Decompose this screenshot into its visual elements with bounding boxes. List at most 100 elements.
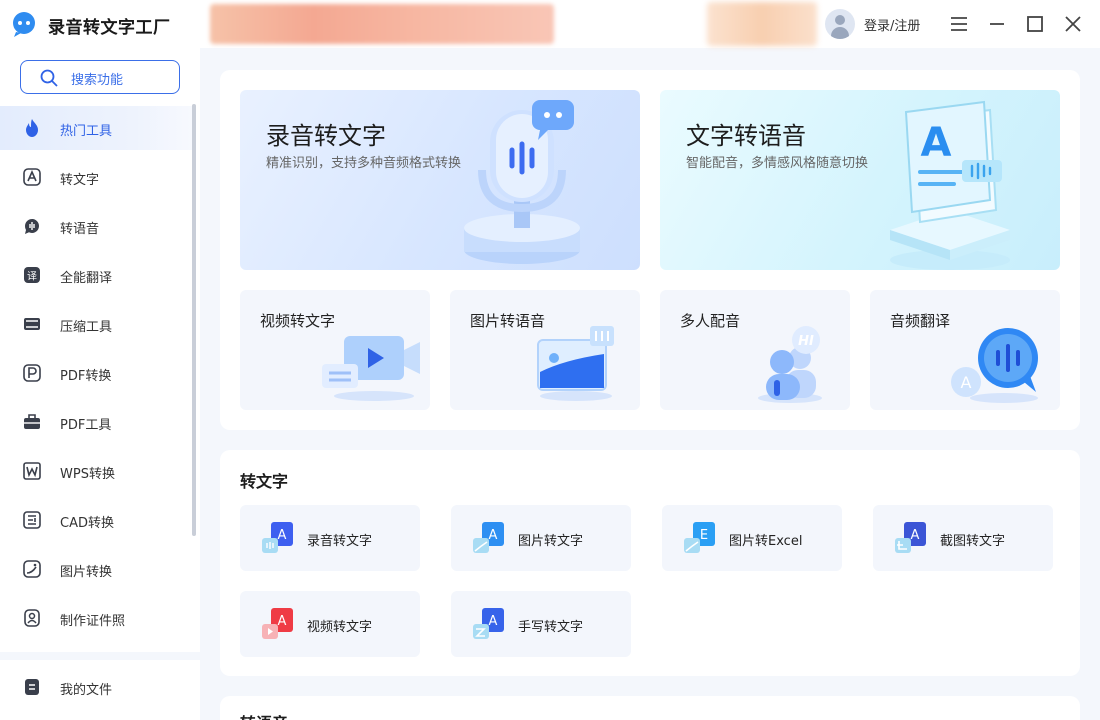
id-photo-icon bbox=[24, 609, 40, 627]
sidebar-item-my-files[interactable]: 我的文件 bbox=[0, 665, 192, 709]
promo-banner[interactable] bbox=[210, 4, 554, 44]
tool-label: 图片转Excel bbox=[729, 534, 803, 549]
svg-text:A: A bbox=[278, 614, 287, 629]
search-button[interactable]: 搜索功能 bbox=[20, 60, 180, 94]
tool-card-audio-translate[interactable]: 音频翻译 A bbox=[870, 290, 1060, 410]
app-title: 录音转文字工厂 bbox=[48, 18, 171, 38]
tool-label: 截图转文字 bbox=[940, 534, 1006, 549]
user-avatar-icon[interactable] bbox=[825, 9, 855, 39]
svg-text:A: A bbox=[921, 120, 952, 166]
card-subtitle: 智能配音，多情感风格随意切换 bbox=[686, 156, 869, 171]
sidebar-item-label: 全能翻译 bbox=[60, 271, 113, 286]
tool-audio-to-text-button[interactable]: A 录音转文字 bbox=[240, 505, 420, 571]
svg-text:HI: HI bbox=[798, 334, 814, 349]
card-title: 音频翻译 bbox=[890, 312, 951, 330]
card-title: 多人配音 bbox=[680, 312, 741, 330]
svg-text:A: A bbox=[489, 614, 498, 629]
tool-label: 录音转文字 bbox=[307, 534, 373, 549]
handwriting-to-text-icon: A bbox=[473, 608, 504, 639]
featured-card-text-to-speech[interactable]: 文字转语音 智能配音，多情感风格随意切换 A bbox=[660, 90, 1060, 270]
tool-card-image-to-speech[interactable]: 图片转语音 bbox=[450, 290, 640, 410]
sidebar-item-label: 我的文件 bbox=[60, 683, 113, 698]
tool-label: 图片转文字 bbox=[518, 534, 584, 549]
tool-handwriting-to-text-button[interactable]: A 手写转文字 bbox=[451, 591, 631, 657]
sidebar-item-label: 图片转换 bbox=[60, 565, 113, 580]
flame-icon bbox=[26, 119, 38, 137]
title-bar: 录音转文字工厂 登录/注册 bbox=[0, 0, 1100, 48]
sidebar-item-label: 转语音 bbox=[60, 222, 100, 237]
tool-video-to-text-button[interactable]: A 视频转文字 bbox=[240, 591, 420, 657]
text-convert-icon bbox=[23, 168, 41, 186]
sidebar-item-to-voice[interactable]: 转语音 bbox=[0, 204, 192, 248]
section-title: 转文字 bbox=[240, 472, 289, 491]
sidebar-item-label: 压缩工具 bbox=[60, 320, 113, 335]
section-title: 转语音 bbox=[240, 710, 288, 720]
search-label: 搜索功能 bbox=[71, 73, 124, 88]
sidebar-item-label: PDF工具 bbox=[60, 418, 112, 433]
tool-card-multi-voice[interactable]: 多人配音 HI bbox=[660, 290, 850, 410]
card-subtitle: 精准识别，支持多种音频格式转换 bbox=[266, 156, 462, 171]
tool-label: 视频转文字 bbox=[307, 620, 373, 635]
image-to-text-icon: A bbox=[473, 522, 504, 553]
maximize-icon[interactable] bbox=[1023, 12, 1047, 36]
sidebar-item-pdf-tools[interactable]: PDF工具 bbox=[0, 400, 192, 444]
app-logo-icon bbox=[13, 12, 35, 37]
image-convert-icon bbox=[23, 560, 41, 578]
sidebar-item-pdf-convert[interactable]: PDF转换 bbox=[0, 351, 192, 395]
sidebar-item-label: PDF转换 bbox=[60, 369, 112, 384]
svg-text:E: E bbox=[700, 528, 708, 543]
sidebar-scrollbar[interactable] bbox=[192, 104, 196, 536]
featured-panel: 录音转文字 精准识别，支持多种音频格式转换 文字转语音 智能配音，多情感风格随意… bbox=[220, 70, 1080, 430]
video-to-text-icon: A bbox=[262, 608, 293, 639]
pdf-convert-icon bbox=[23, 364, 41, 382]
people-dubbing-icon: HI bbox=[758, 326, 822, 403]
svg-text:译: 译 bbox=[27, 271, 37, 283]
tool-screenshot-to-text-button[interactable]: A 截图转文字 bbox=[873, 505, 1053, 571]
sidebar-item-image-convert[interactable]: 图片转换 bbox=[0, 547, 192, 591]
sidebar-item-to-text[interactable]: 转文字 bbox=[0, 155, 192, 199]
translate-icon: 译 bbox=[24, 267, 40, 283]
screenshot-to-text-icon: A bbox=[895, 522, 926, 553]
image-speech-icon bbox=[537, 326, 614, 401]
sidebar-item-label: CAD转换 bbox=[60, 516, 114, 531]
svg-text:A: A bbox=[961, 373, 972, 392]
sidebar-item-cad-convert[interactable]: CAD转换 bbox=[0, 498, 192, 542]
audio-translate-icon: A bbox=[951, 328, 1038, 403]
main-content: 录音转文字 精准识别，支持多种音频格式转换 文字转语音 智能配音，多情感风格随意… bbox=[200, 48, 1100, 720]
tool-card-video-to-text[interactable]: 视频转文字 bbox=[240, 290, 430, 410]
video-camera-icon bbox=[322, 336, 420, 401]
menu-icon[interactable] bbox=[947, 12, 971, 36]
promo-badge[interactable] bbox=[707, 2, 817, 46]
svg-text:A: A bbox=[489, 528, 498, 543]
search-icon bbox=[40, 69, 58, 87]
login-register-link[interactable]: 登录/注册 bbox=[864, 15, 920, 34]
minimize-icon[interactable] bbox=[985, 12, 1009, 36]
audio-to-text-icon: A bbox=[262, 522, 293, 553]
sidebar-item-label: 热门工具 bbox=[60, 124, 113, 139]
card-title: 文字转语音 bbox=[686, 122, 806, 150]
wps-icon bbox=[23, 462, 41, 480]
compress-icon bbox=[24, 318, 40, 330]
sidebar: 搜索功能 热门工具 转文字 转语音 译 全能翻译 压缩工具 PDF转换 PDF工… bbox=[0, 48, 200, 720]
featured-card-audio-to-text[interactable]: 录音转文字 精准识别，支持多种音频格式转换 bbox=[240, 90, 640, 270]
sidebar-item-label: 转文字 bbox=[60, 173, 100, 188]
microphone-illustration-icon bbox=[464, 100, 580, 264]
close-icon[interactable] bbox=[1061, 12, 1085, 36]
image-to-excel-icon: E bbox=[684, 522, 715, 553]
cad-icon bbox=[23, 511, 41, 529]
toolbox-icon bbox=[24, 414, 40, 429]
sidebar-item-translate[interactable]: 译 全能翻译 bbox=[0, 253, 192, 297]
tool-label: 手写转文字 bbox=[518, 620, 584, 635]
tool-image-to-excel-button[interactable]: E 图片转Excel bbox=[662, 505, 842, 571]
sidebar-item-hot-tools[interactable]: 热门工具 bbox=[0, 106, 192, 150]
voice-icon bbox=[24, 218, 39, 234]
section-to-text: 转文字 A 录音转文字 A 图片转文字 E 图片转Excel A 截图转文字 A… bbox=[220, 450, 1080, 676]
tool-image-to-text-button[interactable]: A 图片转文字 bbox=[451, 505, 631, 571]
document-speech-illustration-icon: A bbox=[890, 100, 1010, 270]
sidebar-item-label: 制作证件照 bbox=[60, 614, 126, 629]
svg-text:A: A bbox=[911, 528, 920, 543]
sidebar-item-compress[interactable]: 压缩工具 bbox=[0, 302, 192, 346]
card-title: 录音转文字 bbox=[266, 122, 386, 150]
sidebar-item-wps-convert[interactable]: WPS转换 bbox=[0, 449, 192, 493]
sidebar-item-id-photo[interactable]: 制作证件照 bbox=[0, 596, 192, 640]
